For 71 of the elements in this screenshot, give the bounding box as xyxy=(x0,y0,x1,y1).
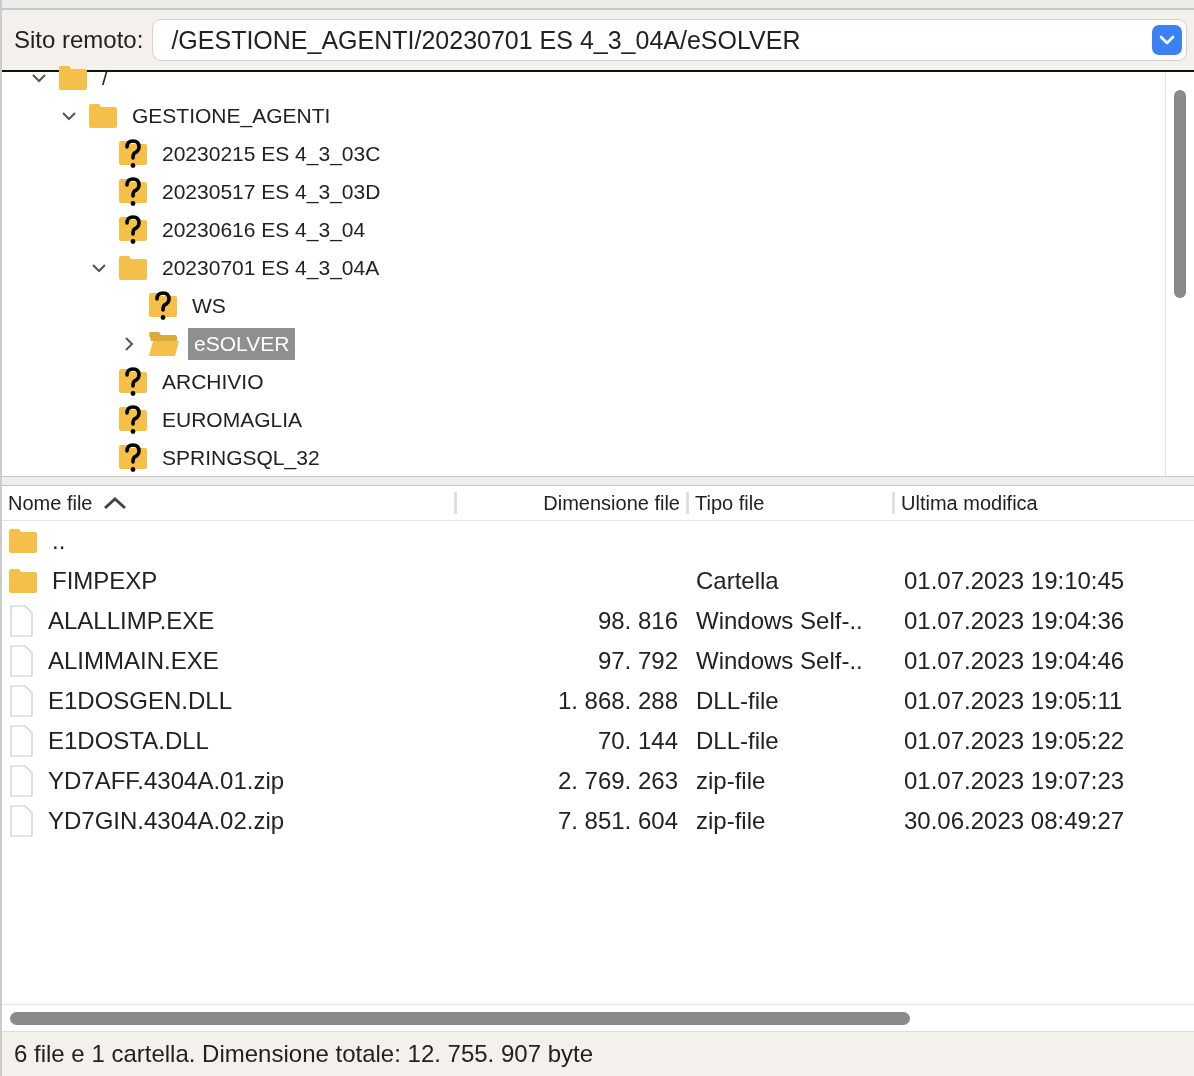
question-folder-icon xyxy=(118,442,148,474)
column-header[interactable]: Dimensione file xyxy=(543,491,680,515)
file-name[interactable]: YD7AFF.4304A.01.zip xyxy=(48,767,285,795)
chevron-down-icon[interactable] xyxy=(61,111,77,121)
folder-name[interactable]: 20230517 ES 4_3_03D xyxy=(156,176,387,208)
folder-icon xyxy=(118,255,148,281)
horizontal-scrollbar-thumb[interactable] xyxy=(10,1011,910,1025)
file-type: zip-file xyxy=(696,767,766,795)
file-type: DLL-file xyxy=(696,687,779,715)
question-folder-icon xyxy=(118,404,148,436)
file-size: 1. 868. 288 xyxy=(557,687,678,715)
modified-date: 01.07.2023 19:04:36 xyxy=(904,607,1125,635)
folder-name[interactable]: / xyxy=(96,62,114,94)
file-name[interactable]: .. xyxy=(52,527,66,555)
folder-name[interactable]: ARCHIVIO xyxy=(156,366,270,398)
modified-date: 30.06.2023 08:49:27 xyxy=(904,807,1125,835)
file-icon xyxy=(8,725,34,757)
vertical-scrollbar-thumb[interactable] xyxy=(1174,90,1186,298)
file-name[interactable]: E1DOSGEN.DLL xyxy=(48,687,233,715)
column-header[interactable]: Tipo file xyxy=(695,491,765,515)
chevron-down-icon[interactable] xyxy=(91,263,107,273)
file-name[interactable]: ALALLIMP.EXE xyxy=(48,607,215,635)
folder-name[interactable]: 20230616 ES 4_3_04 xyxy=(156,214,372,246)
question-folder-icon xyxy=(118,366,148,398)
modified-date: 01.07.2023 19:05:22 xyxy=(904,727,1125,755)
chevron-right-icon[interactable] xyxy=(124,336,134,352)
folder-name[interactable]: 20230701 ES 4_3_04A xyxy=(156,252,386,284)
file-icon xyxy=(8,605,34,637)
file-name[interactable]: ALIMMAIN.EXE xyxy=(48,647,219,675)
remote-site-label: Sito remoto: xyxy=(14,26,144,54)
modified-date: 01.07.2023 19:04:46 xyxy=(904,647,1125,675)
modified-date: 01.07.2023 19:10:45 xyxy=(904,567,1125,595)
file-type: zip-file xyxy=(696,807,766,835)
file-name[interactable]: E1DOSTA.DLL xyxy=(48,727,209,755)
remote-path-combobox[interactable]: /GESTIONE_AGENTI/20230701 ES 4_3_04A/eSOLVER xyxy=(153,20,1186,60)
column-header[interactable]: Nome file xyxy=(8,491,93,515)
file-size: 70. 144 xyxy=(597,727,678,755)
folder-name[interactable]: 20230215 ES 4_3_03C xyxy=(156,138,387,170)
folder-icon xyxy=(8,568,38,594)
file-size: 2. 769. 263 xyxy=(557,767,678,795)
file-icon xyxy=(8,685,34,717)
file-size: 7. 851. 604 xyxy=(557,807,678,835)
file-type: DLL-file xyxy=(696,727,779,755)
modified-date: 01.07.2023 19:07:23 xyxy=(904,767,1125,795)
folder-icon xyxy=(88,103,118,129)
question-folder-icon xyxy=(148,290,178,322)
question-folder-icon xyxy=(118,138,148,170)
sort-ascending-icon[interactable] xyxy=(102,495,129,511)
file-size: 97. 792 xyxy=(597,647,678,675)
folder-name[interactable]: SPRINGSQL_32 xyxy=(156,442,326,474)
status-text: 6 file e 1 cartella. Dimensione totale: 12. 755. 907 byte xyxy=(14,1040,594,1068)
file-type: Cartella xyxy=(696,567,779,595)
folder-name[interactable]: GESTIONE_AGENTI xyxy=(126,100,337,132)
file-name[interactable]: FIMPEXP xyxy=(52,567,158,595)
column-header[interactable]: Ultima modifica xyxy=(901,491,1038,515)
folder-name[interactable]: EUROMAGLIA xyxy=(156,404,309,436)
folder-icon xyxy=(8,528,38,554)
file-size: 98. 816 xyxy=(597,607,678,635)
file-icon xyxy=(8,765,34,797)
chevron-down-icon[interactable] xyxy=(31,73,47,83)
file-type: Windows Self-.. xyxy=(696,607,863,635)
file-icon xyxy=(8,645,34,677)
file-icon xyxy=(8,805,34,837)
file-name[interactable]: YD7GIN.4304A.02.zip xyxy=(48,807,285,835)
open-folder-icon xyxy=(148,331,180,357)
folder-name[interactable]: WS xyxy=(186,290,232,322)
modified-date: 01.07.2023 19:05:11 xyxy=(904,687,1123,715)
question-folder-icon xyxy=(118,176,148,208)
dropdown-chevron-icon[interactable] xyxy=(1152,25,1182,55)
file-type: Windows Self-.. xyxy=(696,647,863,675)
question-folder-icon xyxy=(118,214,148,246)
